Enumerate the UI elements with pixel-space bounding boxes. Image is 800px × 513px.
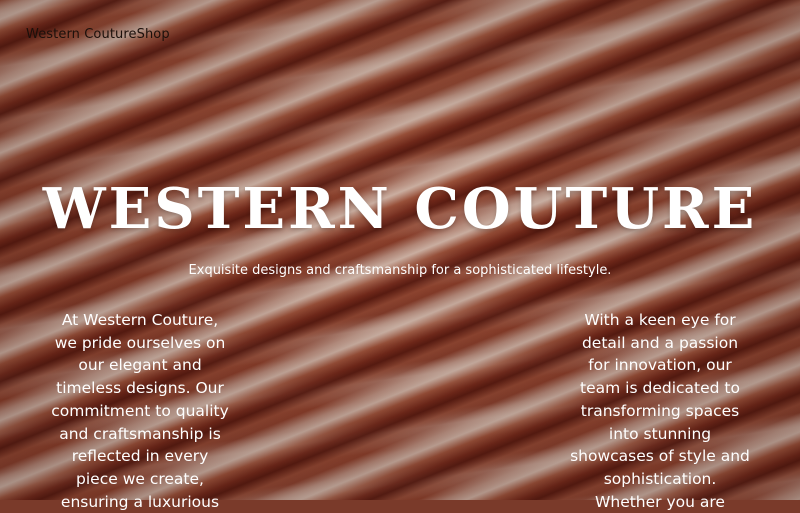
about-text-left: At Western Couture, we pride ourselves o… bbox=[51, 311, 229, 511]
hero-subtitle: Exquisite designs and craftsmanship for … bbox=[188, 263, 612, 278]
about-text-right: With a keen eye for detail and a passion… bbox=[570, 311, 750, 511]
shop-name-logo[interactable]: Western CoutureShop bbox=[26, 27, 170, 42]
hero-title: WESTERN COUTURE bbox=[42, 176, 758, 242]
